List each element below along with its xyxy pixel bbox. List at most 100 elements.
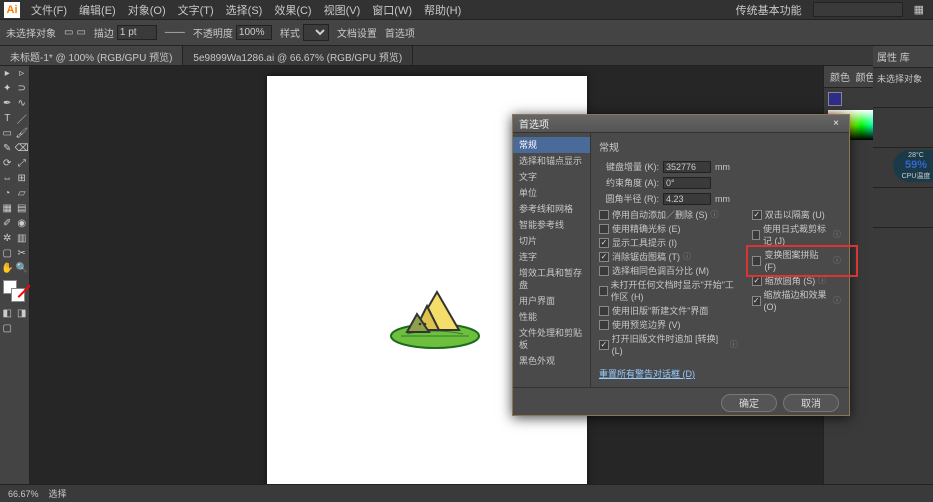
angle-input[interactable] [663, 177, 711, 189]
info-icon[interactable]: ⓘ [711, 209, 719, 221]
left-check-2[interactable]: 显示工具提示 (I) [599, 237, 738, 249]
free-transform-tool[interactable]: ⊞ [15, 171, 30, 186]
tab-doc-1[interactable]: 未标题-1* @ 100% (RGB/GPU 预览) [0, 46, 183, 65]
doc-setup-button[interactable]: 文档设置 [337, 25, 377, 40]
checkbox-icon[interactable] [599, 210, 609, 220]
artboard-tool[interactable]: ▢ [0, 246, 15, 261]
type-tool[interactable]: T [0, 111, 15, 126]
checkbox-icon[interactable] [599, 320, 609, 330]
graph-tool[interactable]: ▥ [15, 231, 30, 246]
menu-view[interactable]: 视图(V) [319, 1, 366, 19]
prefs-nav-units[interactable]: 单位 [513, 185, 590, 201]
info-icon[interactable]: ⓘ [818, 275, 826, 287]
mesh-tool[interactable]: ▦ [0, 201, 15, 216]
checkbox-icon[interactable] [599, 286, 608, 296]
panel-stub-3[interactable] [873, 188, 933, 228]
checkbox-icon[interactable] [752, 296, 761, 306]
zoom-tool[interactable]: 🔍 [15, 261, 30, 276]
gradient-tool[interactable]: ▤ [15, 201, 30, 216]
right-check-2[interactable]: 变换图案拼贴 (F)ⓘ [752, 249, 841, 273]
direct-select-tool[interactable]: ▹ [15, 66, 30, 81]
width-tool[interactable]: ⇔ [0, 171, 15, 186]
info-icon[interactable]: ⓘ [730, 339, 738, 351]
prefs-nav-type[interactable]: 文字 [513, 169, 590, 185]
prefs-button[interactable]: 首选项 [385, 25, 415, 40]
shape-builder-tool[interactable]: ◔ [0, 186, 15, 201]
pen-tool[interactable]: ✒ [0, 96, 15, 111]
right-check-3[interactable]: 缩放圆角 (S)ⓘ [752, 275, 841, 287]
menu-help[interactable]: 帮助(H) [419, 1, 466, 19]
close-icon[interactable]: × [829, 118, 843, 129]
status-sel[interactable]: 选择 [49, 487, 67, 500]
checkbox-icon[interactable] [599, 238, 609, 248]
panel-stub-1[interactable] [873, 108, 933, 148]
prefs-nav-black[interactable]: 黑色外观 [513, 353, 590, 369]
left-check-5[interactable]: 未打开任何文档时显示"开始"工作区 (H) [599, 279, 738, 303]
checkbox-icon[interactable] [599, 306, 609, 316]
info-icon[interactable]: ⓘ [833, 255, 841, 267]
workspace-switcher[interactable]: 传统基本功能 [731, 1, 807, 19]
cancel-button[interactable]: 取消 [783, 394, 839, 412]
checkbox-icon[interactable] [599, 266, 609, 276]
panel-libs-tab[interactable]: 库 [900, 53, 910, 64]
reset-warnings-link[interactable]: 重置所有警告对话框 (D) [599, 367, 841, 380]
prefs-nav-guides[interactable]: 参考线和网格 [513, 201, 590, 217]
scale-tool[interactable]: ⤢ [15, 156, 30, 171]
menu-object[interactable]: 对象(O) [123, 1, 171, 19]
checkbox-icon[interactable] [599, 224, 609, 234]
panel-color-tab[interactable]: 颜色 [830, 73, 850, 84]
prefs-nav-plugins[interactable]: 增效工具和暂存盘 [513, 265, 590, 293]
screen-mode[interactable]: ▢ [0, 321, 15, 336]
left-check-0[interactable]: 停用自动添加／删除 (S)ⓘ [599, 209, 738, 221]
brush-tool[interactable]: 🖌 [15, 126, 30, 141]
symbol-sprayer-tool[interactable]: ✲ [0, 231, 15, 246]
right-check-0[interactable]: 双击以隔离 (U) [752, 209, 841, 221]
search-input[interactable] [813, 2, 903, 17]
opacity-input[interactable] [236, 25, 272, 40]
info-icon[interactable]: ⓘ [833, 295, 841, 307]
style-select[interactable] [303, 24, 329, 41]
checkbox-icon[interactable] [599, 340, 609, 350]
left-check-8[interactable]: 打开旧版文件时追加 [转换] (L)ⓘ [599, 333, 738, 357]
fill-swatch[interactable] [828, 92, 842, 106]
left-check-6[interactable]: 使用旧版"新建文件"界面 [599, 305, 738, 317]
right-check-1[interactable]: 使用日式裁剪标记 (J)ⓘ [752, 223, 841, 247]
prefs-nav-ui[interactable]: 用户界面 [513, 293, 590, 309]
left-check-7[interactable]: 使用预览边界 (V) [599, 319, 738, 331]
menu-select[interactable]: 选择(S) [221, 1, 268, 19]
perf-widget[interactable]: 28°C 59% CPU温度 [893, 150, 933, 182]
menu-window[interactable]: 窗口(W) [367, 1, 417, 19]
prefs-nav-hyphenation[interactable]: 连字 [513, 249, 590, 265]
stroke-field[interactable]: 描边 [94, 25, 157, 40]
slice-tool[interactable]: ✂ [15, 246, 30, 261]
checkbox-icon[interactable] [599, 252, 609, 262]
checkbox-icon[interactable] [752, 276, 762, 286]
dialog-titlebar[interactable]: 首选项 × [513, 115, 849, 133]
left-check-3[interactable]: 消除锯齿图稿 (T)ⓘ [599, 251, 738, 263]
zoom-level[interactable]: 66.67% [8, 489, 39, 499]
info-icon[interactable]: ⓘ [683, 251, 691, 263]
draw-mode[interactable]: ◨ [15, 306, 30, 321]
prefs-nav-smartguides[interactable]: 智能参考线 [513, 217, 590, 233]
prefs-nav-filehandling[interactable]: 文件处理和剪贴板 [513, 325, 590, 353]
menu-effect[interactable]: 效果(C) [269, 1, 316, 19]
stroke-weight-input[interactable] [117, 25, 157, 40]
rotate-tool[interactable]: ⟳ [0, 156, 15, 171]
ok-button[interactable]: 确定 [721, 394, 777, 412]
hand-tool[interactable]: ✋ [0, 261, 15, 276]
left-check-1[interactable]: 使用精确光标 (E) [599, 223, 738, 235]
fill-mode[interactable]: ◧ [0, 306, 15, 321]
right-check-4[interactable]: 缩放描边和效果 (O)ⓘ [752, 289, 841, 313]
perspective-tool[interactable]: ▱ [15, 186, 30, 201]
lasso-tool[interactable]: ⊃ [15, 81, 30, 96]
shaper-tool[interactable]: ✎ [0, 141, 15, 156]
arrange-icon[interactable]: ▦ [909, 2, 929, 17]
menu-file[interactable]: 文件(F) [26, 1, 72, 19]
curvature-tool[interactable]: ∿ [15, 96, 30, 111]
prefs-nav-selection[interactable]: 选择和锚点显示 [513, 153, 590, 169]
radius-input[interactable] [663, 193, 711, 205]
eraser-tool[interactable]: ⌫ [15, 141, 30, 156]
color-swatch[interactable] [3, 280, 25, 302]
blend-tool[interactable]: ◉ [15, 216, 30, 231]
magic-wand-tool[interactable]: ✦ [0, 81, 15, 96]
